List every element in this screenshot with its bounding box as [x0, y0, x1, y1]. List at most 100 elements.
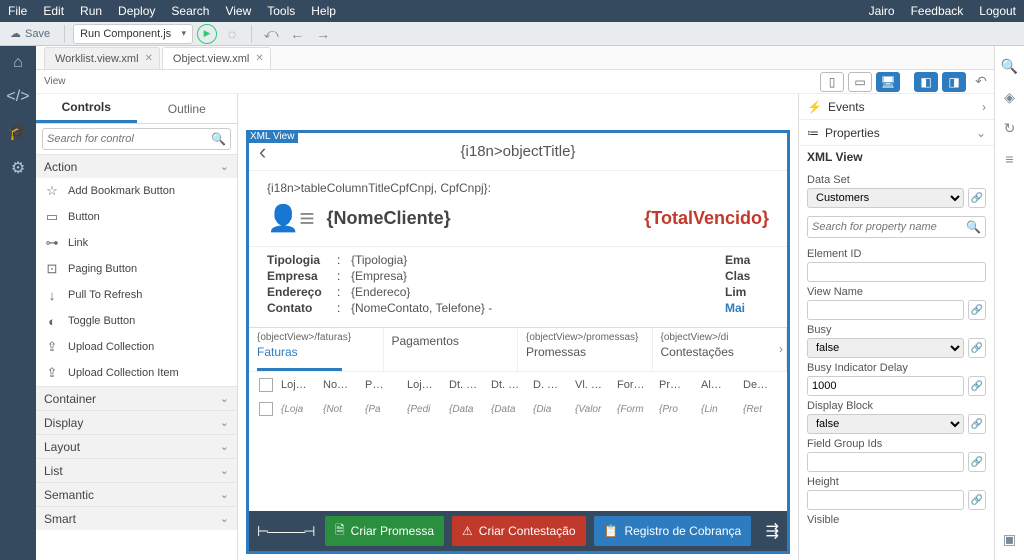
app-frame[interactable]: ‹ {i18n>objectTitle} {i18n>tableColumnTi…: [246, 130, 790, 554]
learn-icon[interactable]: 🎓: [8, 122, 28, 142]
tab-faturas[interactable]: {objectView>/faturas} Faturas: [249, 328, 384, 371]
col-header[interactable]: Pr…: [659, 379, 693, 391]
device-desktop-button[interactable]: 🖥: [876, 72, 900, 92]
col-header[interactable]: D. …: [533, 379, 567, 391]
section-action[interactable]: Action ⌄: [36, 154, 237, 178]
section-smart[interactable]: Smart⌄: [36, 506, 237, 530]
display-block-select[interactable]: false: [807, 414, 964, 434]
nav-back[interactable]: ←: [286, 24, 308, 44]
menu-file[interactable]: File: [8, 4, 27, 18]
element-id-input[interactable]: [807, 262, 986, 282]
file-tab-worklist[interactable]: Worklist.view.xml ✕: [44, 47, 160, 69]
item-upload-collection[interactable]: ⇪Upload Collection: [36, 334, 237, 360]
col-header[interactable]: Al…: [701, 379, 735, 391]
binding-icon[interactable]: 🔗: [968, 338, 986, 358]
col-header[interactable]: P…: [365, 379, 399, 391]
row-checkbox[interactable]: [259, 402, 273, 416]
bookmark-icon[interactable]: ◈: [1004, 89, 1015, 106]
item-toggle-button[interactable]: ◐Toggle Button: [36, 308, 237, 334]
binding-icon[interactable]: 🔗: [968, 414, 986, 434]
section-semantic[interactable]: Semantic⌄: [36, 482, 237, 506]
events-header[interactable]: ⚡ Events ›: [799, 94, 994, 120]
controls-tab[interactable]: Controls: [36, 94, 137, 123]
section-container[interactable]: Container⌄: [36, 386, 237, 410]
col-header[interactable]: Loj…: [407, 379, 441, 391]
menu-feedback[interactable]: Feedback: [911, 4, 964, 18]
menu-user[interactable]: Jairo: [869, 4, 895, 18]
section-display[interactable]: Display⌄: [36, 410, 237, 434]
chevron-right-icon[interactable]: ›: [779, 342, 783, 356]
busy-delay-input[interactable]: [807, 376, 964, 396]
share-icon[interactable]: ⇶: [766, 521, 779, 541]
menu-tools[interactable]: Tools: [267, 4, 295, 18]
menu-logout[interactable]: Logout: [979, 4, 1016, 18]
menu-help[interactable]: Help: [311, 4, 336, 18]
item-add-bookmark[interactable]: ☆Add Bookmark Button: [36, 178, 237, 204]
col-header[interactable]: De…: [743, 379, 777, 391]
field-group-input[interactable]: [807, 452, 964, 472]
binding-icon[interactable]: 🔗: [968, 452, 986, 472]
history-icon[interactable]: ↻: [1004, 120, 1016, 137]
control-search-input[interactable]: [47, 133, 211, 145]
col-header[interactable]: No…: [323, 379, 357, 391]
stop-button[interactable]: ◌: [221, 24, 243, 44]
run-button[interactable]: ▶: [197, 24, 217, 44]
col-header[interactable]: Loj…: [281, 379, 315, 391]
property-search[interactable]: 🔍: [807, 216, 986, 238]
binding-icon[interactable]: 🔗: [968, 188, 986, 208]
tab-contestacoes[interactable]: {objectView>/di Contestações: [653, 328, 788, 371]
item-pull-refresh[interactable]: ↓Pull To Refresh: [36, 282, 237, 308]
device-phone-button[interactable]: ▯: [820, 72, 844, 92]
binding-icon[interactable]: 🔗: [968, 300, 986, 320]
menu-search[interactable]: Search: [171, 4, 209, 18]
control-search[interactable]: 🔍: [42, 128, 231, 150]
list-icon[interactable]: ≡: [1005, 151, 1013, 167]
criar-contestacao-button[interactable]: ⚠ Criar Contestação: [452, 516, 585, 546]
item-button[interactable]: ▭Button: [36, 204, 237, 230]
close-icon[interactable]: ✕: [255, 53, 263, 64]
col-header[interactable]: Dt. …: [491, 379, 525, 391]
criar-promessa-button[interactable]: 🗎 Criar Promessa: [325, 516, 444, 546]
more-link[interactable]: Mai: [725, 301, 769, 315]
tab-pagamentos[interactable]: Pagamentos: [384, 328, 519, 371]
undo-button[interactable]: ↶: [970, 72, 992, 92]
code-icon[interactable]: </>: [6, 88, 29, 106]
col-header[interactable]: Vl. …: [575, 379, 609, 391]
terminal-icon[interactable]: ▣: [1003, 531, 1016, 548]
section-list[interactable]: List⌄: [36, 458, 237, 482]
section-layout[interactable]: Layout⌄: [36, 434, 237, 458]
search-icon[interactable]: 🔍: [1001, 58, 1018, 75]
layout-left-button[interactable]: ◧: [914, 72, 938, 92]
close-icon[interactable]: ✕: [145, 53, 153, 64]
menu-deploy[interactable]: Deploy: [118, 4, 155, 18]
view-name-input[interactable]: [807, 300, 964, 320]
settings-icon[interactable]: ⚙: [11, 158, 25, 178]
busy-select[interactable]: false: [807, 338, 964, 358]
table-row[interactable]: {Loja {Not {Pa {Pedi {Data {Data {Dia {V…: [249, 398, 787, 416]
registro-cobranca-button[interactable]: 📋 Registro de Cobrança: [594, 516, 752, 546]
save-button[interactable]: ☁ Save: [4, 24, 56, 44]
menu-view[interactable]: View: [225, 4, 251, 18]
device-tablet-button[interactable]: ▭: [848, 72, 872, 92]
height-input[interactable]: [807, 490, 964, 510]
menu-run[interactable]: Run: [80, 4, 102, 18]
layout-right-button[interactable]: ◨: [942, 72, 966, 92]
binding-icon[interactable]: 🔗: [968, 376, 986, 396]
file-tab-object[interactable]: Object.view.xml ✕: [162, 47, 271, 69]
nav-back-alt[interactable]: ⤺: [260, 24, 282, 44]
tab-promessas[interactable]: {objectView>/promessas} Promessas: [518, 328, 653, 371]
home-icon[interactable]: ⌂: [13, 54, 23, 72]
item-paging-button[interactable]: ⊡Paging Button: [36, 256, 237, 282]
col-header[interactable]: Dt. …: [449, 379, 483, 391]
select-all-checkbox[interactable]: [259, 378, 273, 392]
binding-icon[interactable]: 🔗: [968, 490, 986, 510]
properties-header[interactable]: ≔ Properties ⌄: [799, 120, 994, 146]
dataset-select[interactable]: Customers: [807, 188, 964, 208]
menu-edit[interactable]: Edit: [43, 4, 64, 18]
property-search-input[interactable]: [812, 221, 966, 233]
col-header[interactable]: For…: [617, 379, 651, 391]
item-upload-collection-item[interactable]: ⇪Upload Collection Item: [36, 360, 237, 386]
outline-tab[interactable]: Outline: [137, 94, 238, 123]
run-config-select[interactable]: Run Component.js: [73, 24, 193, 44]
item-link[interactable]: ⊶Link: [36, 230, 237, 256]
